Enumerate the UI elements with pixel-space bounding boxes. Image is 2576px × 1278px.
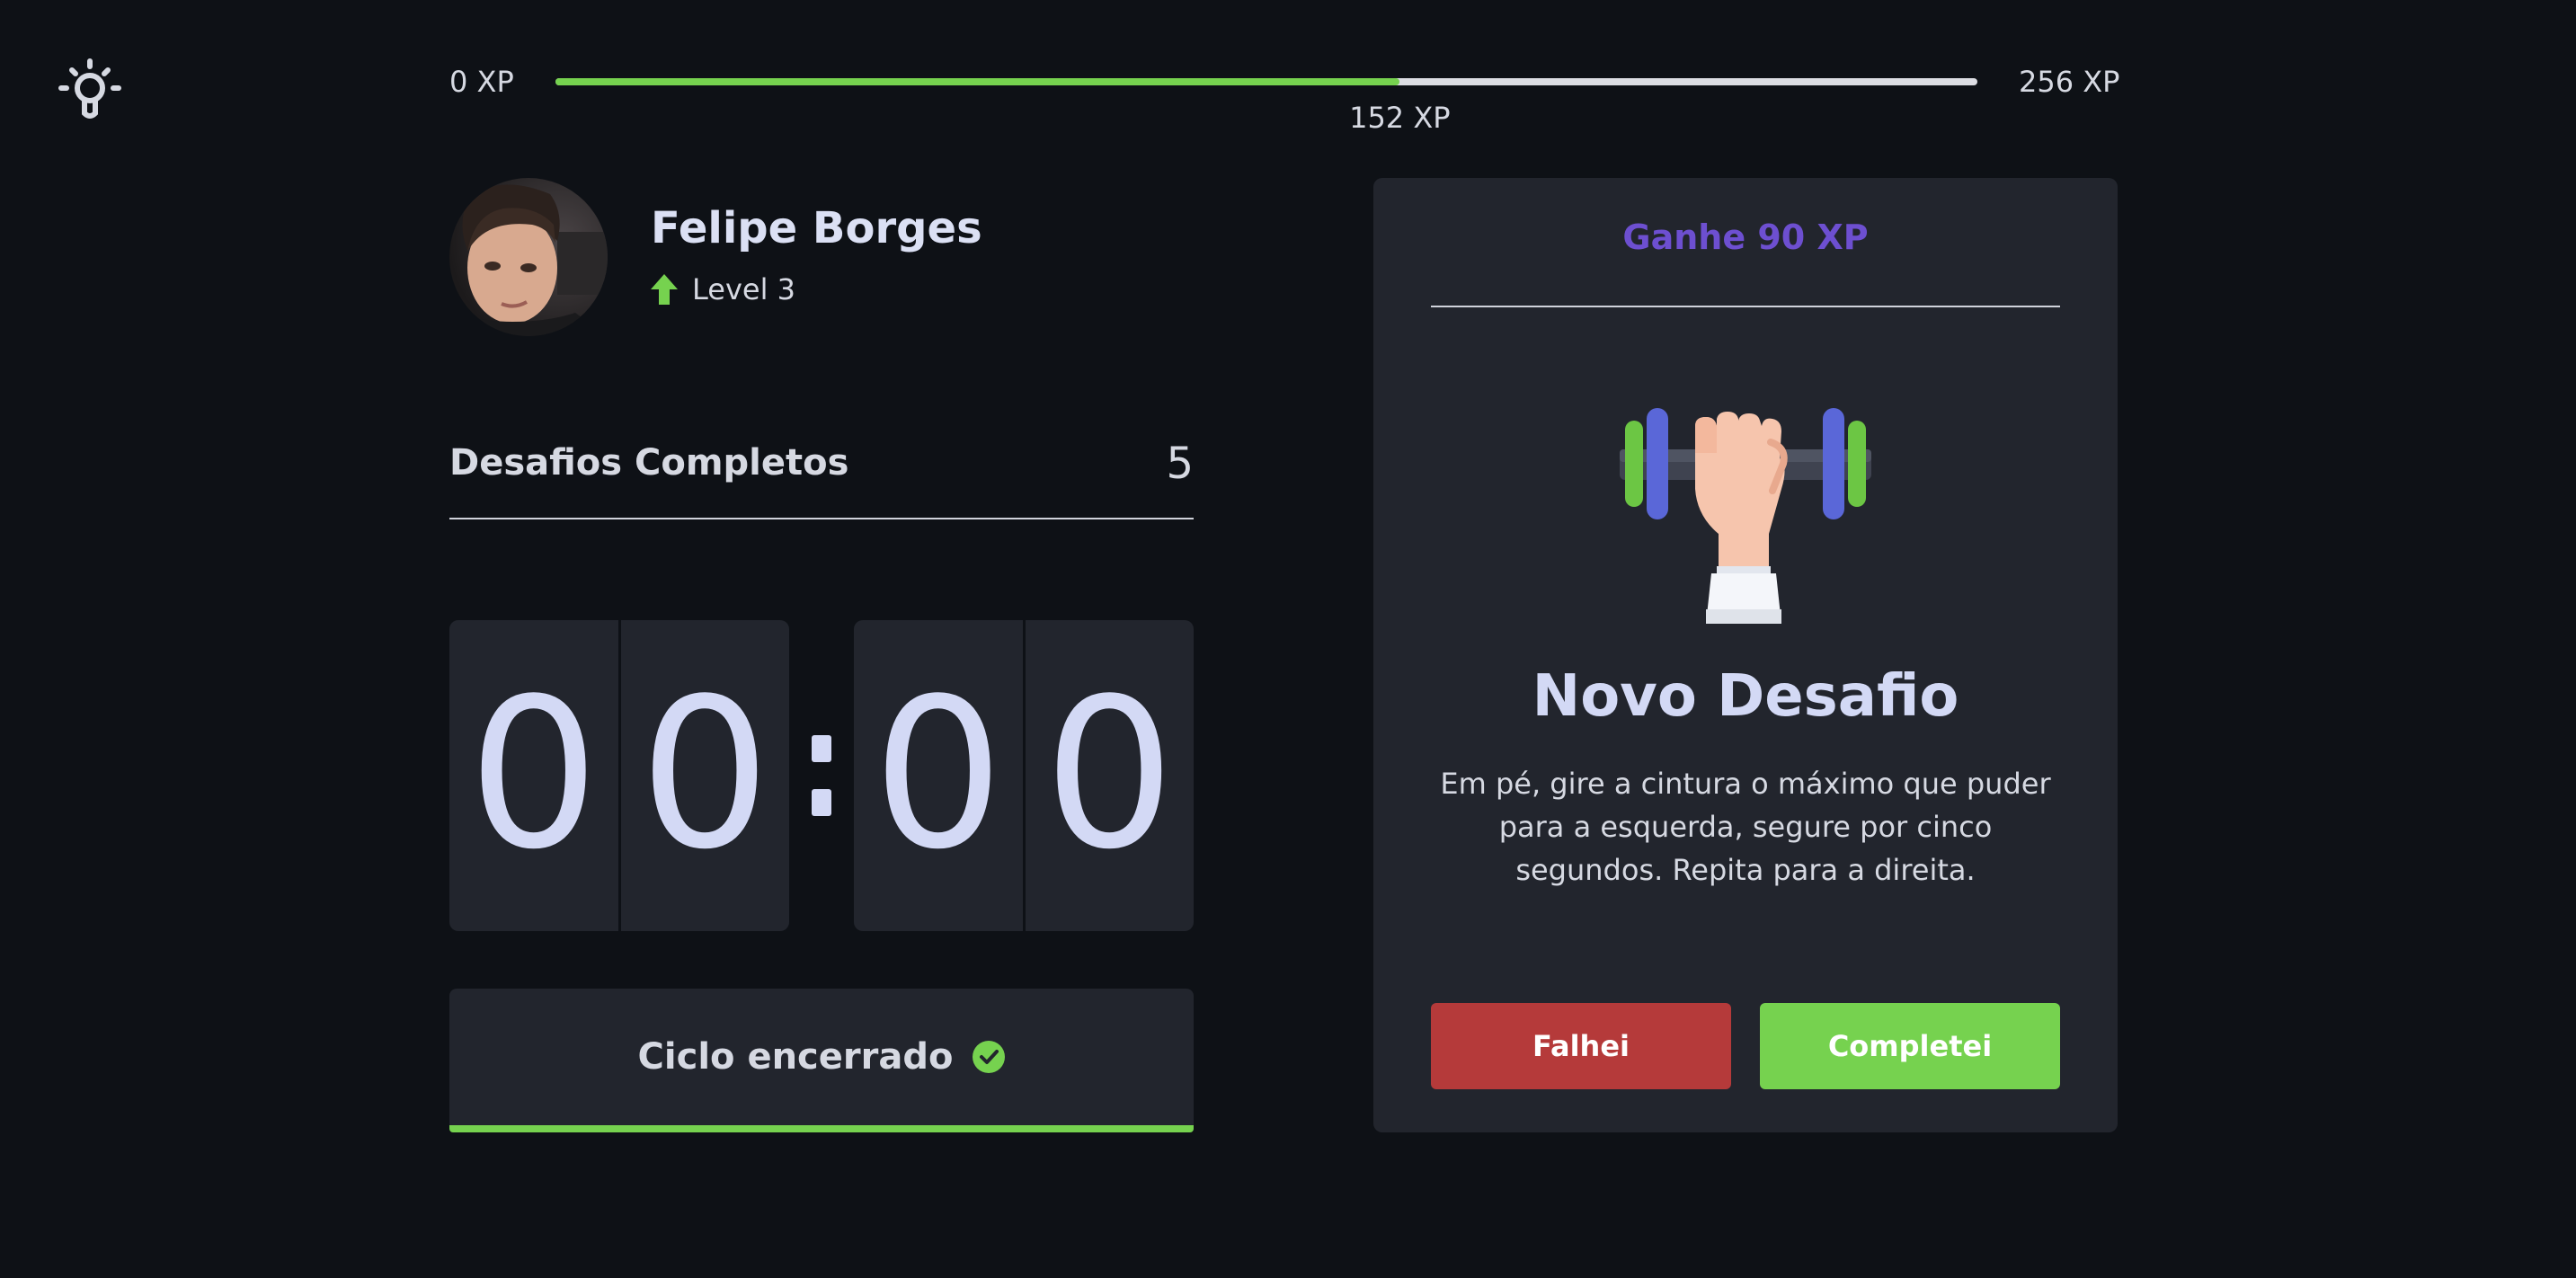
countdown-minutes: 0 0 — [449, 620, 789, 931]
xp-min-label: 0 XP — [449, 65, 514, 99]
xp-progress-fill — [555, 78, 1400, 85]
completed-challenges: Desafios Completos 5 — [449, 439, 1194, 519]
profile-name: Felipe Borges — [651, 203, 982, 253]
xp-max-label: 256 XP — [2019, 65, 2120, 99]
second-tens-digit: 0 — [854, 620, 1023, 931]
minute-ones-digit: 0 — [617, 620, 789, 931]
minute-tens-digit: 0 — [449, 620, 618, 931]
avatar — [449, 178, 608, 336]
level-label: Level 3 — [692, 272, 795, 306]
challenge-card: Ganhe 90 XP Novo Desafio Em pé, gire a c… — [1373, 178, 2118, 1132]
level-indicator: Level 3 — [651, 272, 795, 306]
complete-button[interactable]: Completei — [1760, 1003, 2060, 1089]
countdown-separator — [789, 620, 854, 931]
countdown-timer: 0 0 0 0 — [449, 620, 1194, 931]
challenge-title: Novo Desafio — [1532, 663, 1959, 730]
up-arrow-icon — [651, 274, 678, 305]
theme-toggle-button[interactable] — [54, 54, 126, 126]
challenge-description: Em pé, gire a cintura o máximo que puder… — [1440, 767, 2051, 887]
countdown-seconds: 0 0 — [854, 620, 1194, 931]
dumbbell-icon — [1620, 408, 1871, 624]
fail-button[interactable]: Falhei — [1431, 1003, 1731, 1089]
lightbulb-icon — [58, 58, 121, 119]
xp-current-label: 152 XP — [1349, 101, 1451, 135]
check-circle-icon — [973, 1041, 1006, 1073]
cycle-ended-label: Ciclo encerrado — [637, 1036, 954, 1078]
card-divider — [1431, 306, 2060, 307]
second-ones-digit: 0 — [1022, 620, 1194, 931]
cycle-ended-button[interactable]: Ciclo encerrado — [449, 989, 1194, 1132]
completed-challenges-count: 5 — [1166, 439, 1194, 489]
challenge-reward: Ganhe 90 XP — [1622, 217, 1869, 257]
xp-progress-bar — [555, 78, 1977, 85]
completed-challenges-label: Desafios Completos — [449, 442, 849, 484]
